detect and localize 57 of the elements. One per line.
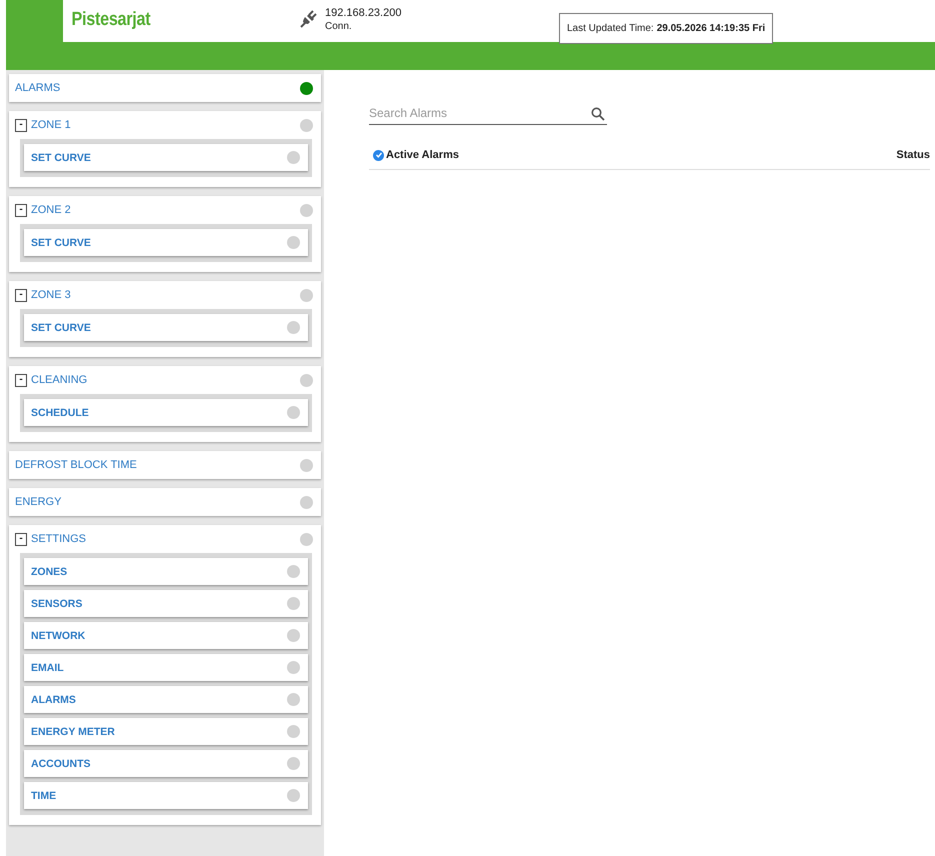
plug-icon xyxy=(299,9,319,29)
submenu-item[interactable]: SENSORS xyxy=(24,590,308,617)
menu-label: SETTINGS xyxy=(31,533,86,545)
menu-label: ZONE 3 xyxy=(31,289,71,301)
menu-label: ENERGY xyxy=(15,496,62,508)
submenu-item[interactable]: ENERGY METER xyxy=(24,718,308,745)
menu-label: TIME xyxy=(31,790,56,802)
collapse-toggle[interactable]: - xyxy=(15,118,27,132)
menu-label: ENERGY METER xyxy=(31,726,115,738)
menu-label: ZONES xyxy=(31,566,68,578)
menu-label: ZONE 2 xyxy=(31,204,71,216)
menu-item[interactable]: - ZONE 3 xyxy=(9,281,321,309)
submenu-item[interactable]: ZONES xyxy=(24,558,308,585)
menu-item[interactable]: - CLEANING xyxy=(9,366,321,394)
collapse-toggle[interactable]: - xyxy=(15,204,27,216)
checkbox[interactable] xyxy=(373,150,384,160)
menu-item[interactable]: - ZONE 1 xyxy=(9,111,321,139)
submenu-item[interactable]: NETWORK xyxy=(24,622,308,649)
menu-item[interactable]: - SETTINGS xyxy=(9,525,321,553)
submenu-item[interactable]: SET CURVE xyxy=(24,314,308,341)
logo-block xyxy=(6,0,63,42)
menu-label: EMAIL xyxy=(31,662,64,674)
collapse-toggle[interactable]: - xyxy=(15,288,27,302)
menu-item[interactable]: - ZONE 2 xyxy=(9,196,321,224)
last-updated-label: Last Updated Time: xyxy=(567,23,654,34)
collapse-toggle[interactable]: - xyxy=(15,374,27,386)
submenu-item[interactable]: ACCOUNTS xyxy=(24,750,308,777)
submenu-item[interactable]: SCHEDULE xyxy=(24,399,308,426)
menu-label: SCHEDULE xyxy=(31,406,89,418)
menu-label: ACCOUNTS xyxy=(31,758,90,770)
search-field[interactable]: Search Alarms xyxy=(369,106,607,125)
submenu-item[interactable]: ALARMS xyxy=(24,686,308,713)
connection-status: Conn. xyxy=(325,20,353,34)
menu-label: CLEANING xyxy=(31,374,88,386)
ip-address: 192.168.23.200 xyxy=(325,6,402,20)
menu-label: NETWORK xyxy=(31,630,86,642)
menu-item[interactable]: DEFROST BLOCK TIME xyxy=(9,451,321,479)
menu-label: DEFROST BLOCK TIME xyxy=(15,459,137,471)
menu-label: SENSORS xyxy=(31,598,82,610)
submenu-item[interactable]: TIME xyxy=(24,782,308,809)
app-title: Pistesarjat xyxy=(70,8,152,32)
submenu-item[interactable]: SET CURVE xyxy=(24,144,308,171)
last-updated-value: 29.05.2026 14:19:35 Fri xyxy=(656,23,766,34)
menu-label: SET CURVE xyxy=(31,236,91,248)
submenu-item[interactable]: SET CURVE xyxy=(24,229,308,256)
menu-label: ZONE 1 xyxy=(31,119,71,131)
menu-label: ALARMS xyxy=(31,694,76,706)
menu-label: ALARMS xyxy=(15,82,60,94)
menu-label: SET CURVE xyxy=(31,322,91,334)
search-icon xyxy=(591,107,605,121)
menu-item[interactable]: ENERGY xyxy=(9,488,321,516)
menu-label: SET CURVE xyxy=(31,152,91,164)
collapse-toggle[interactable]: - xyxy=(15,532,27,546)
column-header: Status xyxy=(896,149,930,161)
menu-item[interactable]: ALARMS xyxy=(9,74,321,102)
column-header: Active Alarms xyxy=(386,149,459,161)
submenu-item[interactable]: EMAIL xyxy=(24,654,308,681)
